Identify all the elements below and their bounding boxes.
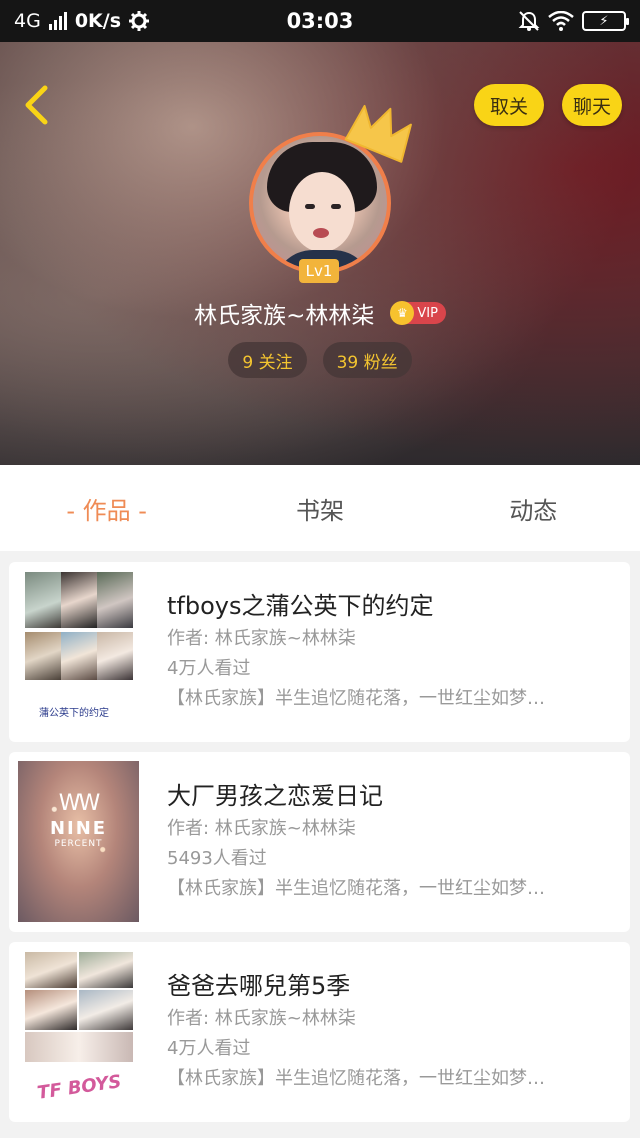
net-speed: 0K/s — [74, 10, 122, 32]
back-button[interactable] — [14, 82, 58, 128]
followers-count[interactable]: 39 粉丝 — [322, 342, 412, 378]
following-count[interactable]: 9 关注 — [228, 342, 307, 378]
wifi-icon — [548, 11, 574, 31]
cover-logo: WW NINE PERCENT — [18, 791, 139, 849]
book-views: 5493人看过 — [167, 848, 267, 869]
tab-bar: - 作品 - 书架 动态 — [0, 465, 640, 551]
vip-badge: ♛ VIP — [390, 301, 446, 325]
chat-button[interactable]: 聊天 — [562, 84, 622, 126]
list-item[interactable]: 蒲公英下的约定 tfboys之蒲公英下的约定 作者: 林氏家族~林林柒 4万人看… — [9, 562, 630, 742]
status-bar: 4G 0K/s 03:03 ⚡ — [0, 0, 640, 42]
book-views: 4万人看过 — [167, 658, 251, 679]
avatar-container: Lv1 — [249, 104, 412, 283]
list-item[interactable]: TF BOYS 爸爸去哪兒第5季 作者: 林氏家族~林林柒 4万人看过 【林氏家… — [9, 942, 630, 1122]
network-type: 4G — [14, 10, 41, 32]
book-views: 4万人看过 — [167, 1038, 251, 1059]
cover-caption: 蒲公英下的约定 — [39, 708, 109, 719]
book-author: 作者: 林氏家族~林林柒 — [167, 1008, 356, 1029]
vip-crown-icon: ♛ — [390, 301, 415, 325]
username: 林氏家族~林林柒 — [194, 303, 375, 329]
book-cover: 蒲公英下的约定 — [23, 572, 135, 727]
status-left: 4G 0K/s — [14, 10, 150, 32]
cover-caption: TF BOYS — [35, 1071, 123, 1104]
gear-icon — [129, 11, 150, 31]
chevron-left-icon — [25, 85, 48, 125]
status-right: ⚡ — [518, 10, 629, 32]
book-title: 爸爸去哪兒第5季 — [167, 972, 351, 1000]
tab-activity[interactable]: 动态 — [427, 491, 640, 526]
tab-works[interactable]: - 作品 - — [0, 491, 213, 526]
bell-off-icon — [518, 11, 540, 31]
tab-bookshelf[interactable]: 书架 — [213, 491, 426, 526]
unfollow-button[interactable]: 取关 — [474, 84, 544, 126]
vip-label: VIP — [417, 305, 438, 321]
book-author: 作者: 林氏家族~林林柒 — [167, 628, 356, 649]
book-description: 【林氏家族】半生追忆随花落，一世红尘如梦… — [167, 1068, 545, 1089]
book-author: 作者: 林氏家族~林林柒 — [167, 818, 356, 839]
cover-logo-text: NINE — [49, 818, 108, 839]
username-row: 林氏家族~林林柒 ♛ VIP — [0, 296, 640, 330]
list-item[interactable]: WW NINE PERCENT 大厂男孩之恋爱日记 作者: 林氏家族~林林柒 5… — [9, 752, 630, 932]
stats-row: 9 关注 39 粉丝 — [0, 342, 640, 378]
book-title: tfboys之蒲公英下的约定 — [167, 592, 434, 620]
book-cover: TF BOYS — [23, 952, 135, 1110]
book-description: 【林氏家族】半生追忆随花落，一世红尘如梦… — [167, 878, 545, 899]
profile-header: 取关 聊天 Lv1 林氏家族~林林柒 ♛ VIP 9 关注 39 粉丝 — [0, 42, 640, 465]
battery-charging-icon: ⚡ — [582, 11, 629, 31]
book-title: 大厂男孩之恋爱日记 — [167, 782, 383, 810]
book-description: 【林氏家族】半生追忆随花落，一世红尘如梦… — [167, 688, 545, 709]
cover-logo-subtext: PERCENT — [54, 839, 103, 849]
level-badge: Lv1 — [299, 259, 339, 283]
book-cover: WW NINE PERCENT — [18, 761, 139, 922]
signal-icon — [48, 12, 67, 30]
